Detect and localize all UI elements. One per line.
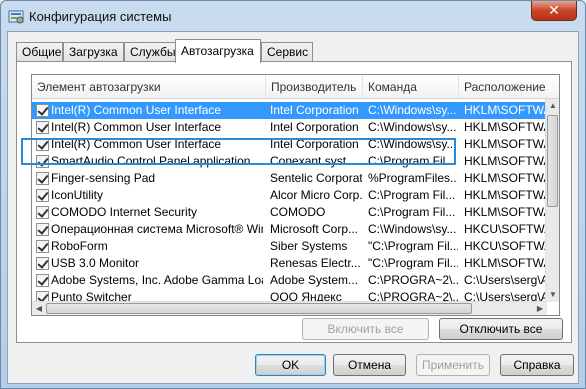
ok-button[interactable]: OK [255,354,326,376]
enabled-checkbox[interactable] [36,206,49,219]
tab-startup[interactable]: Автозагрузка [175,39,261,63]
enabled-checkbox[interactable] [36,189,49,202]
location: HKCU\SOFTWAR [464,239,547,253]
manufacturer: Intel Corporation [270,120,359,134]
location: HKLM\SOFTWAR [464,205,547,219]
enable-all-button[interactable]: Включить все [302,318,429,340]
manufacturer: Sentelic Corporation [270,171,362,185]
column-manufacturer[interactable]: Производитель [266,75,363,99]
startup-item-name: Intel(R) Common User Interface [51,103,222,117]
location: HKCU\SOFTWAR [464,222,547,236]
location: HKLM\SOFTWAR [464,120,547,134]
title-bar[interactable]: Конфигурация системы ✕ [1,1,585,33]
manufacturer: Siber Systems [270,239,348,253]
location: HKLM\SOFTWAR [464,256,547,270]
location: C:\Users\serg\A [464,273,547,287]
tab-tools[interactable]: Сервис [261,42,313,62]
manufacturer: Microsoft Corp... [270,222,359,236]
column-location[interactable]: Расположение [459,75,559,99]
list-header: Элемент автозагрузки Производитель Коман… [32,75,559,99]
manufacturer: Renesas Electr... [270,256,361,270]
command: "C:\Program Fil... [368,256,458,270]
column-startup-item[interactable]: Элемент автозагрузки [32,75,266,99]
system-configuration-window: Конфигурация системы ✕ Общие Загрузка Сл… [0,0,586,389]
enabled-checkbox[interactable] [36,257,49,270]
dialog-client-area: Общие Загрузка Службы Автозагрузка Серви… [7,31,579,384]
scroll-down-arrow-icon[interactable]: ▼ [546,288,559,302]
enabled-checkbox[interactable] [36,274,49,287]
command: C:\Program Fil... [368,188,456,202]
manufacturer: Alcor Micro Corp. [270,188,362,202]
table-row[interactable]: Intel(R) Common User Interface Intel Cor… [32,119,547,136]
scroll-up-arrow-icon[interactable]: ▲ [546,99,559,113]
horizontal-scroll-thumb[interactable] [46,303,472,314]
location: HKLM\SOFTWAR [464,188,547,202]
command: "C:\Program Fil... [368,239,458,253]
tab-services[interactable]: Службы [124,42,177,62]
startup-item-name: Adobe Systems, Inc. Adobe Gamma Loader [51,273,263,287]
command: C:\PROGRA~2\... [368,273,458,287]
table-row[interactable]: RoboForm Siber Systems "C:\Program Fil..… [32,238,547,255]
tab-general[interactable]: Общие [16,42,63,62]
table-row[interactable]: Операционная система Microsoft® Win... M… [32,221,547,238]
command: C:\Program Fil... [368,205,456,219]
location: HKLM\SOFTWAR [464,103,547,117]
command: C:\Windows\sy... [368,222,457,236]
manufacturer: Adobe System... [270,273,359,287]
startup-item-name: Intel(R) Common User Interface [51,120,222,134]
close-button[interactable]: ✕ [531,1,577,21]
horizontal-scrollbar[interactable]: ◀ ▶ [32,301,547,315]
enabled-checkbox[interactable] [36,223,49,236]
enabled-checkbox[interactable] [36,104,49,117]
startup-item-name: COMODO Internet Security [51,205,198,219]
window-title: Конфигурация системы [29,9,172,24]
selection-outline [21,138,456,165]
scroll-left-arrow-icon[interactable]: ◀ [32,302,46,315]
table-row[interactable]: Adobe Systems, Inc. Adobe Gamma Loader A… [32,272,547,289]
startup-item-name: Finger-sensing Pad [51,171,156,185]
enabled-checkbox[interactable] [36,121,49,134]
startup-item-name: IconUtility [51,188,104,202]
apply-button[interactable]: Применить [416,354,490,376]
startup-item-name: USB 3.0 Monitor [51,256,140,270]
startup-tab-panel: Элемент автозагрузки Производитель Коман… [16,61,572,343]
cancel-button[interactable]: Отмена [333,354,406,376]
column-command[interactable]: Команда [363,75,459,99]
scroll-right-arrow-icon[interactable]: ▶ [533,302,547,315]
table-row[interactable]: Finger-sensing Pad Sentelic Corporation … [32,170,547,187]
table-row[interactable]: Intel(R) Common User Interface Intel Cor… [32,102,547,119]
enabled-checkbox[interactable] [36,240,49,253]
disable-all-button[interactable]: Отключить все [439,318,563,340]
enabled-checkbox[interactable] [36,172,49,185]
startup-item-name: Операционная система Microsoft® Win... [51,222,263,236]
location: HKLM\SOFTWAR [464,171,547,185]
help-button[interactable]: Справка [500,354,574,376]
vertical-scrollbar[interactable]: ▲ ▼ [545,99,559,302]
command: C:\Windows\sy... [368,103,457,117]
manufacturer: Intel Corporation [270,103,359,117]
location: HKLM\SOFTWAR [464,137,547,151]
startup-item-name: RoboForm [51,239,108,253]
command: C:\Windows\sy... [368,120,457,134]
table-row[interactable]: IconUtility Alcor Micro Corp. C:\Program… [32,187,547,204]
manufacturer: COMODO [270,205,326,219]
table-row[interactable]: COMODO Internet Security COMODO C:\Progr… [32,204,547,221]
vertical-scroll-thumb[interactable] [547,115,558,207]
startup-list[interactable]: Элемент автозагрузки Производитель Коман… [31,74,560,316]
table-row[interactable]: USB 3.0 Monitor Renesas Electr... "C:\Pr… [32,255,547,272]
tab-boot[interactable]: Загрузка [63,42,124,62]
location: HKLM\SOFTWAR [464,154,547,168]
command: %ProgramFiles... [368,171,458,185]
msconfig-icon [8,10,24,24]
